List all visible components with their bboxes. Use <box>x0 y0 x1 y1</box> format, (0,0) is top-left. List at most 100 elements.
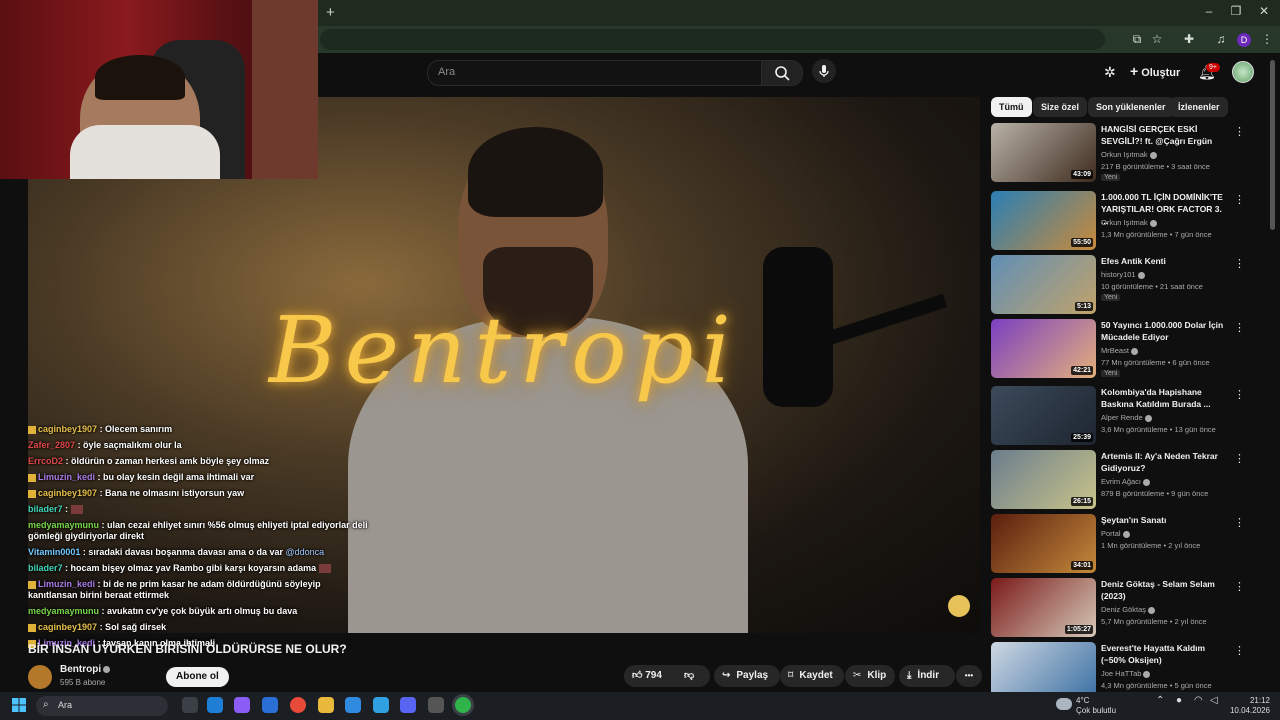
recommended-video[interactable]: 42:21 50 Yayıncı 1.000.000 Dolar İçin Müc… <box>991 319 1261 379</box>
recommended-title[interactable]: HANGİSİ GERÇEK ESKİ SEVGİLİ?! ft. @Çağrı… <box>1101 123 1229 147</box>
create-button[interactable]: + Oluştur <box>1130 63 1180 79</box>
recommended-video[interactable]: 25:39 Kolombiya'da Hapishane Baskına Katı… <box>991 386 1261 446</box>
more-options-icon[interactable]: ⋮ <box>1234 321 1245 334</box>
task-view-icon[interactable] <box>182 697 198 713</box>
store-icon[interactable] <box>262 697 278 713</box>
recommended-title[interactable]: 50 Yayıncı 1.000.000 Dolar İçin Mücadele… <box>1101 319 1229 343</box>
address-bar[interactable] <box>320 29 1105 50</box>
recommended-title[interactable]: Deniz Göktaş - Selam Selam (2023) <box>1101 578 1229 602</box>
video-thumbnail[interactable]: 43:09 <box>991 123 1096 182</box>
more-options-icon[interactable]: ⋮ <box>1234 580 1245 593</box>
search-button[interactable] <box>761 60 803 86</box>
tray-chevron-icon[interactable]: ⌃ <box>1156 696 1164 706</box>
video-person-hair <box>468 127 603 217</box>
video-thumbnail[interactable]: 26:15 <box>991 450 1096 509</box>
chat-message: bilader7 : <box>28 504 368 515</box>
search-input[interactable]: Ara <box>427 60 763 86</box>
recommended-channel[interactable]: Alper Rende <box>1101 412 1152 423</box>
more-options-icon[interactable]: ⋮ <box>1234 125 1245 138</box>
chip-all[interactable]: Tümü <box>991 97 1032 117</box>
video-thumbnail[interactable]: 34:01 <box>991 514 1096 573</box>
more-options-icon[interactable]: ⋮ <box>1234 516 1245 529</box>
notepad-icon[interactable] <box>373 697 389 713</box>
recommended-channel[interactable]: Portal <box>1101 528 1130 539</box>
recommended-title[interactable]: Şeytan'ın Sanatı <box>1101 514 1229 526</box>
recommended-title[interactable]: Artemis II: Ay'a Neden Tekrar Gidiyoruz? <box>1101 450 1229 474</box>
active-chrome-icon[interactable] <box>455 697 471 713</box>
recommended-video[interactable]: 26:15 Artemis II: Ay'a Neden Tekrar Gidiy… <box>991 450 1261 510</box>
video-thumbnail[interactable]: 25:39 <box>991 386 1096 445</box>
chip-recently-uploaded[interactable]: Son yüklenenler <box>1088 97 1174 117</box>
browser-profile-avatar[interactable]: D <box>1237 33 1251 47</box>
download-button[interactable]: ⤓ İndir <box>899 665 955 687</box>
recommended-meta: 10 görüntüleme • 21 saat önce <box>1101 282 1203 291</box>
live-studio-icon[interactable]: ✲ <box>1104 64 1116 81</box>
new-badge: Yeni <box>1101 294 1121 301</box>
media-icon[interactable]: ♫ <box>1214 32 1228 46</box>
more-options-icon[interactable]: ⋮ <box>1234 644 1245 657</box>
chat-text: : bu olay kesin değil ama ihtimali var <box>97 472 255 482</box>
recommended-channel[interactable]: Orkun Işıtmak <box>1101 149 1157 160</box>
chrome-icon[interactable] <box>290 697 306 713</box>
recommended-channel[interactable]: Deniz Göktaş <box>1101 604 1156 615</box>
todo-icon[interactable] <box>345 697 361 713</box>
app-icon[interactable] <box>428 697 444 713</box>
video-thumbnail[interactable]: 1:05:27 <box>991 578 1096 637</box>
video-thumbnail[interactable]: 42:21 <box>991 319 1096 378</box>
channel-name[interactable]: Bentropi <box>60 664 111 675</box>
recommended-video[interactable]: 34:01 Şeytan'ın Sanatı Portal 1 Mn görüntül… <box>991 514 1261 574</box>
recommended-video[interactable]: 55:50 1.000.000 TL İÇİN DOMİNİK'TE YARIŞT… <box>991 191 1261 251</box>
recommended-video[interactable]: 5:13 Efes Antik Kenti history101 10 görüntü… <box>991 255 1261 315</box>
windows-start-icon[interactable] <box>12 698 26 712</box>
file-explorer-icon[interactable] <box>318 697 334 713</box>
discord-icon[interactable] <box>400 697 416 713</box>
subscribe-button[interactable]: Abone ol <box>166 667 229 687</box>
dislike-button[interactable]: 👎︎ <box>684 665 694 687</box>
weather-widget[interactable]: 4°C Çok bulutlu <box>1076 696 1116 716</box>
more-options-icon[interactable]: ⋮ <box>1234 193 1245 206</box>
volume-icon[interactable]: ◁ <box>1210 696 1218 706</box>
maximize-button[interactable]: ❐ <box>1225 4 1247 18</box>
recommended-video[interactable]: 1:05:27 Deniz Göktaş - Selam Selam (2023)… <box>991 578 1261 638</box>
extensions-icon[interactable]: ✚ <box>1182 32 1196 46</box>
like-button[interactable]: 👍︎ 794 <box>632 665 662 687</box>
edge-icon[interactable] <box>207 697 223 713</box>
recommended-channel[interactable]: Orkun Işıtmak <box>1101 217 1157 228</box>
recommended-channel[interactable]: Joe HaTTab <box>1101 668 1151 679</box>
share-button[interactable]: ↪ Paylaş <box>714 665 780 687</box>
channel-avatar[interactable] <box>28 665 52 689</box>
clock[interactable]: 21:12 10.04.2026 <box>1228 696 1270 716</box>
more-options-icon[interactable]: ⋮ <box>1234 257 1245 270</box>
taskbar-search[interactable]: ⌕ Ara <box>36 696 168 716</box>
new-tab-button[interactable]: + <box>326 4 335 21</box>
voice-search-button[interactable] <box>812 59 836 83</box>
recommended-title[interactable]: Kolombiya'da Hapishane Baskına Katıldım … <box>1101 386 1229 410</box>
wifi-icon[interactable]: ◠ <box>1194 696 1203 706</box>
recommended-title[interactable]: Everest'te Hayatta Kaldım (−50% Oksijen) <box>1101 642 1229 666</box>
more-options-icon[interactable]: ⋮ <box>1234 388 1245 401</box>
recommended-channel[interactable]: MrBeast <box>1101 345 1138 356</box>
chat-message: caginbey1907 : Sol sağ dirsek <box>28 622 368 633</box>
tray-mic-icon[interactable]: ● <box>1176 696 1182 706</box>
video-thumbnail[interactable]: 5:13 <box>991 255 1096 314</box>
browser-menu-icon[interactable]: ⋮ <box>1260 32 1274 46</box>
recommended-channel[interactable]: history101 <box>1101 269 1145 280</box>
account-avatar[interactable] <box>1232 61 1254 83</box>
bookmark-star-icon[interactable]: ☆ <box>1150 32 1164 46</box>
close-window-button[interactable]: ✕ <box>1253 4 1275 18</box>
recommended-title[interactable]: Efes Antik Kenti <box>1101 255 1229 267</box>
chip-watched[interactable]: İzlenenler <box>1170 97 1228 117</box>
recommended-video[interactable]: 43:09 HANGİSİ GERÇEK ESKİ SEVGİLİ?! ft. @… <box>991 123 1261 183</box>
save-button[interactable]: ⌑ Kaydet <box>780 665 844 687</box>
chat-username: ErrcoD2 <box>28 456 64 466</box>
more-actions-button[interactable]: ••• <box>956 665 982 687</box>
page-scrollbar[interactable] <box>1270 60 1275 230</box>
cast-icon[interactable]: ⧉ <box>1130 32 1144 46</box>
clip-button[interactable]: ✂ Klip <box>845 665 895 687</box>
recommended-channel[interactable]: Evrim Ağacı <box>1101 476 1151 487</box>
more-options-icon[interactable]: ⋮ <box>1234 452 1245 465</box>
chip-for-you[interactable]: Size özel <box>1033 97 1088 117</box>
minimize-button[interactable]: – <box>1198 4 1220 18</box>
copilot-icon[interactable] <box>234 697 250 713</box>
video-thumbnail[interactable]: 55:50 <box>991 191 1096 250</box>
